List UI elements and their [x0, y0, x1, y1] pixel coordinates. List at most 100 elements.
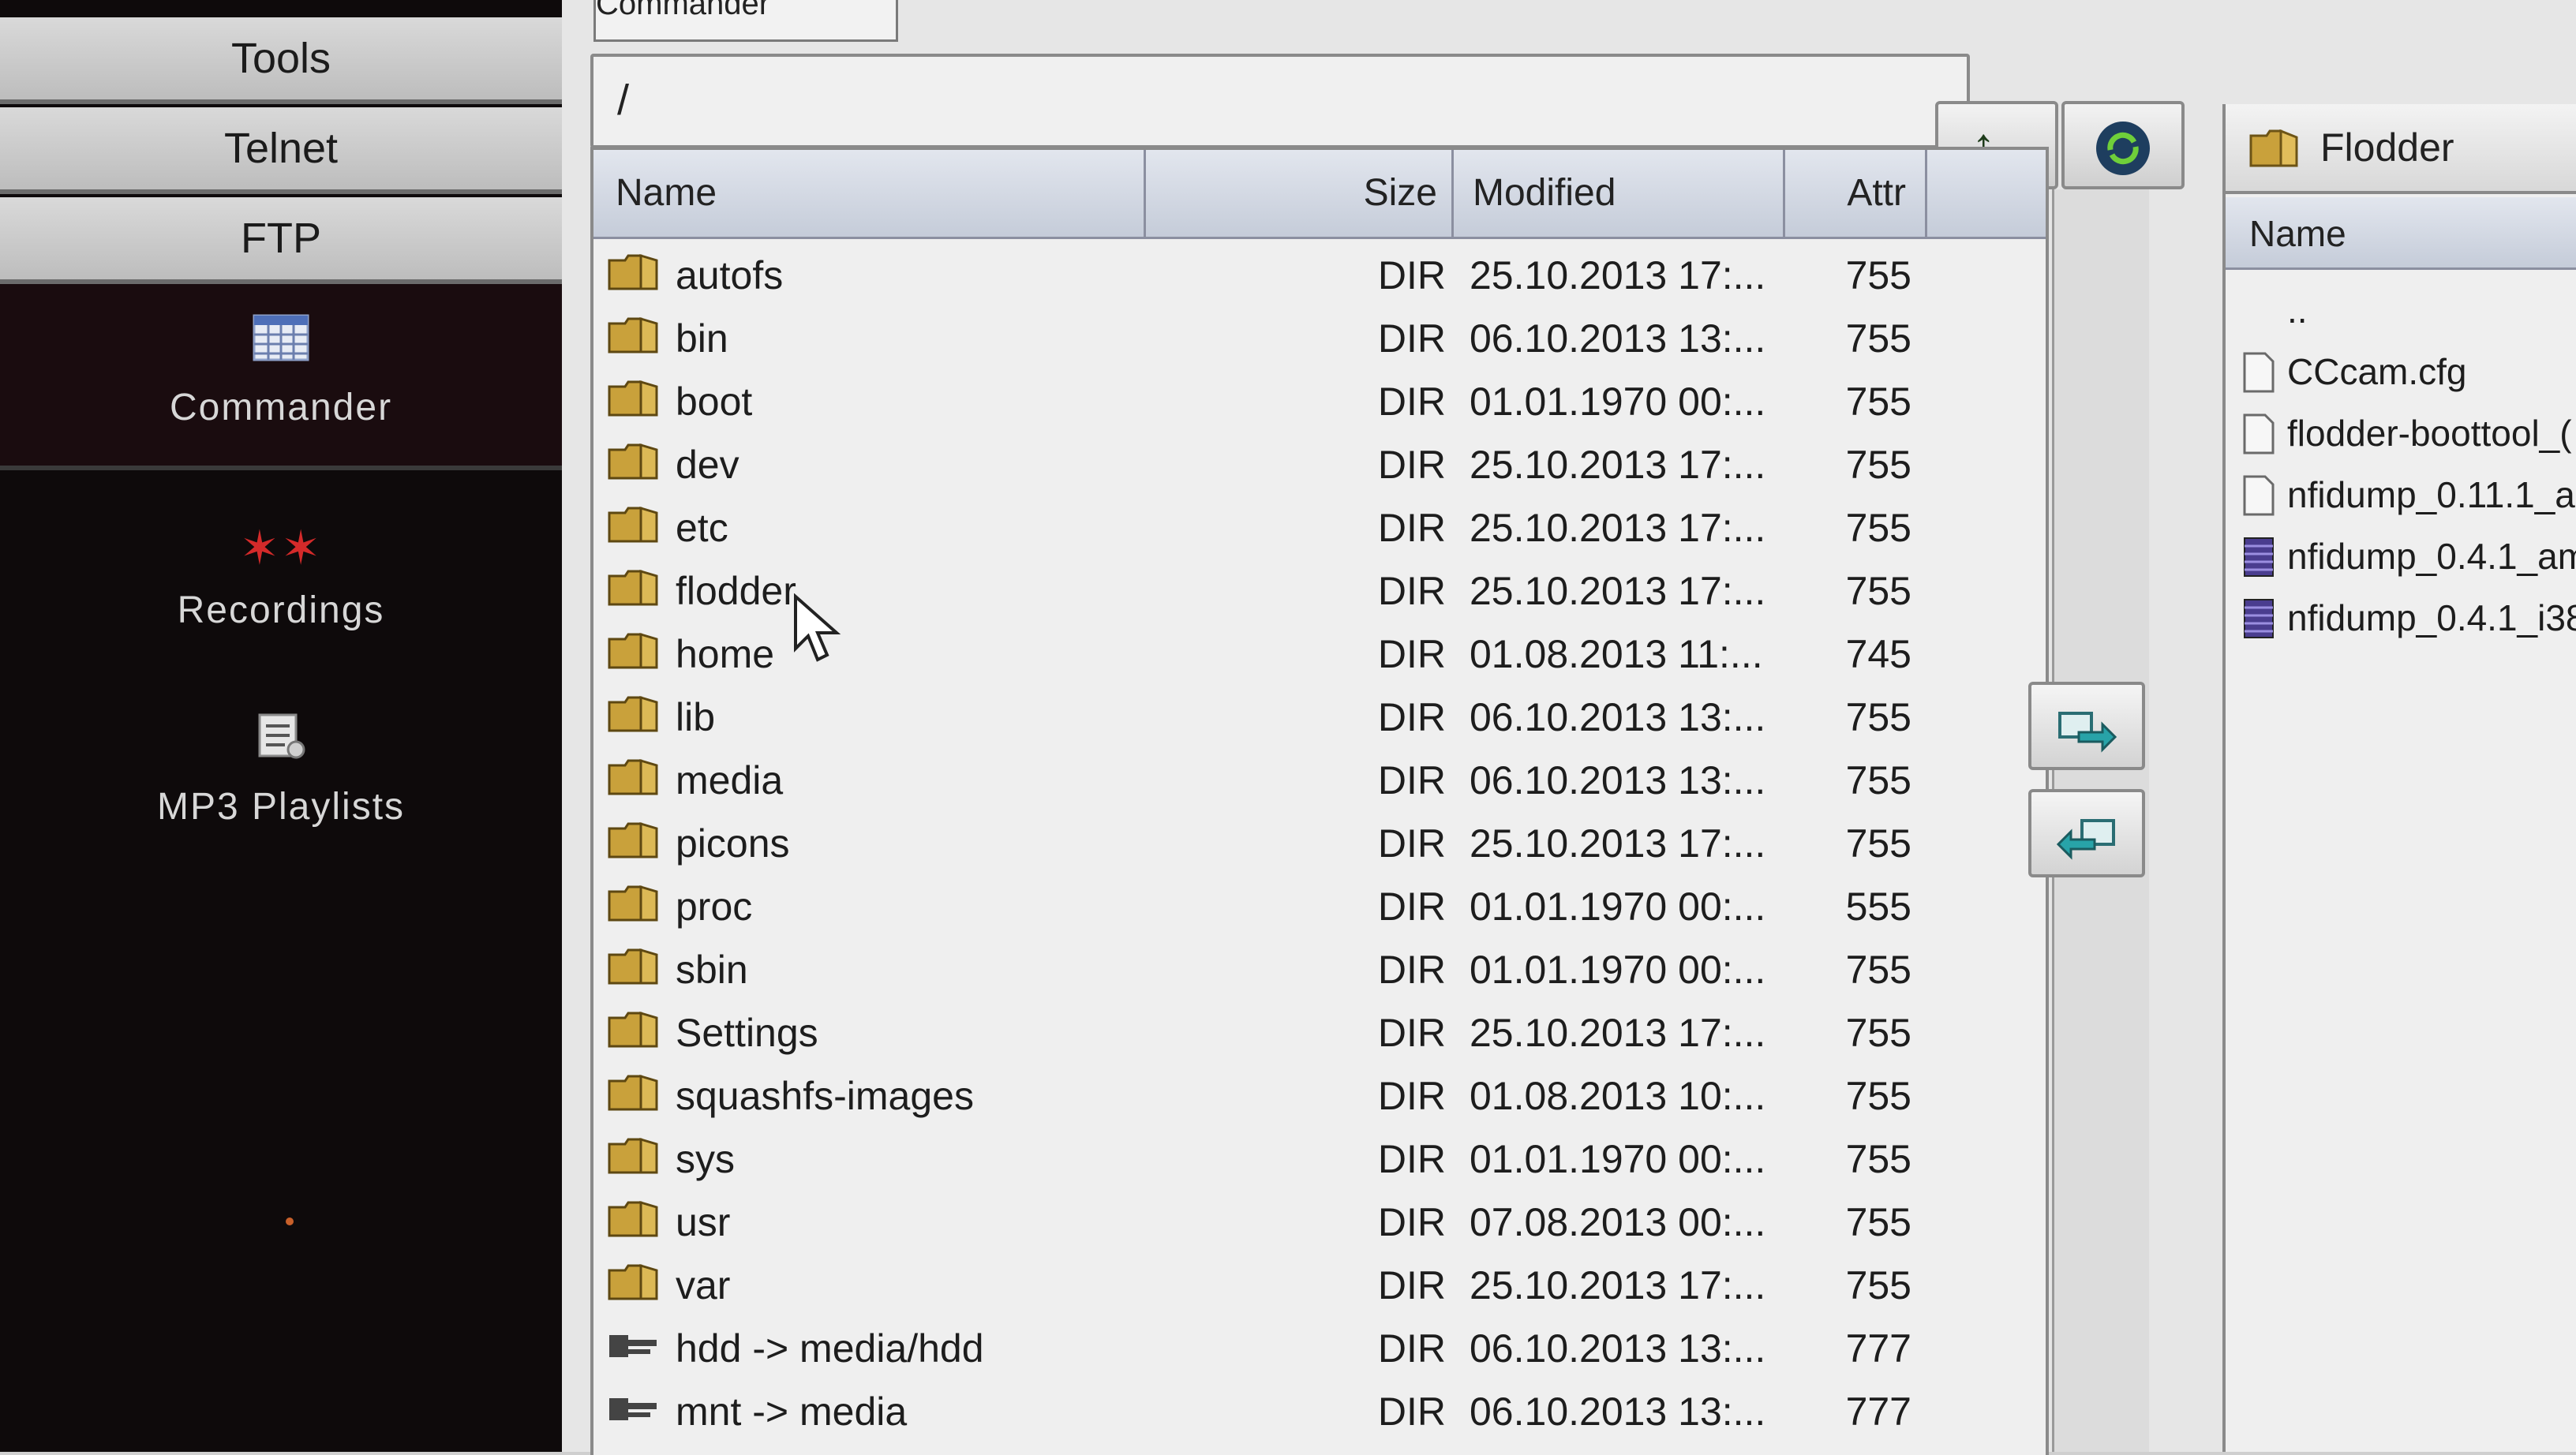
file-list[interactable]: Name Size Modified Attr autofs DIR 25.10.2… — [590, 147, 2049, 1455]
table-row[interactable]: usr DIR 07.08.2013 00:... 755 — [593, 1190, 2046, 1253]
row-size: DIR — [1377, 758, 1446, 802]
table-row[interactable]: var DIR 25.10.2013 17:... 755 — [593, 1253, 2046, 1316]
right-panel-title[interactable]: Flodder — [2226, 104, 2576, 194]
sidebar-item-recordings[interactable]: ✶✶ Recordings — [0, 489, 562, 639]
table-row[interactable]: media DIR 06.10.2013 13:... 755 — [593, 748, 2046, 811]
row-size: DIR — [1377, 253, 1446, 297]
refresh-button[interactable] — [2061, 101, 2185, 189]
mouse-cursor-icon — [794, 593, 841, 662]
right-file-panel[interactable]: Flodder Name .. CCcam.cfg flodder-boottool… — [2222, 104, 2576, 1452]
column-name-header[interactable]: Name — [593, 150, 1146, 237]
row-name: etc — [676, 506, 728, 550]
refresh-icon — [2093, 118, 2153, 176]
row-modified: 25.10.2013 17:... — [1470, 1263, 1766, 1307]
row-modified: 25.10.2013 17:... — [1470, 1011, 1766, 1055]
table-row[interactable]: squashfs-images DIR 01.08.2013 10:... 755 — [593, 1064, 2046, 1127]
table-row[interactable]: mnt -> media DIR 06.10.2013 13:... 777 — [593, 1379, 2046, 1442]
symlink-icon — [608, 1390, 658, 1427]
tools-button[interactable]: Tools — [0, 17, 562, 104]
column-modified-header[interactable]: Modified — [1454, 150, 1785, 237]
row-modified: 06.10.2013 13:... — [1470, 758, 1766, 802]
row-attr: 755 — [1845, 758, 1911, 802]
sidebar-item-commander[interactable]: Commander — [0, 284, 562, 470]
row-modified: 01.08.2013 11:... — [1470, 632, 1763, 676]
sidebar-item-label: Recordings — [177, 589, 385, 631]
row-attr: 755 — [1845, 948, 1911, 992]
row-attr: 755 — [1845, 1200, 1911, 1244]
table-row[interactable]: picons DIR 25.10.2013 17:... 755 — [593, 811, 2046, 874]
table-row[interactable]: lib DIR 06.10.2013 13:... 755 — [593, 685, 2046, 748]
table-row[interactable]: dev DIR 25.10.2013 17:... 755 — [593, 432, 2046, 496]
row-name: picons — [676, 821, 790, 866]
copy-to-left-button[interactable] — [2028, 789, 2145, 877]
telnet-button[interactable]: Telnet — [0, 107, 562, 194]
list-item[interactable]: nfidump_0.4.1_i38 — [2226, 587, 2576, 649]
row-attr: 755 — [1845, 821, 1911, 866]
list-item[interactable]: nfidump_0.11.1_a — [2226, 464, 2576, 526]
folder-icon — [608, 822, 658, 858]
list-item[interactable]: CCcam.cfg — [2226, 341, 2576, 402]
row-attr: 555 — [1845, 885, 1911, 929]
row-size: DIR — [1377, 380, 1446, 424]
folder-icon — [608, 633, 658, 669]
path-bar[interactable]: / — [590, 54, 1970, 148]
row-attr: 755 — [1845, 695, 1911, 739]
row-modified: 01.01.1970 00:... — [1470, 1137, 1766, 1181]
row-name: autofs — [676, 253, 784, 297]
row-attr: 755 — [1845, 569, 1911, 613]
right-file-rows: .. CCcam.cfg flodder-boottool_( nfidump_0.1… — [2226, 279, 2576, 649]
row-modified: 25.10.2013 17:... — [1470, 569, 1766, 613]
row-size: DIR — [1377, 316, 1446, 361]
copy-to-right-button[interactable] — [2028, 682, 2145, 770]
table-row[interactable]: bin DIR 06.10.2013 13:... 755 — [593, 306, 2046, 369]
right-column-name-header[interactable]: Name — [2226, 197, 2576, 270]
parent-directory-item[interactable]: .. — [2226, 279, 2576, 341]
row-name: boot — [676, 380, 753, 424]
row-name: bin — [676, 316, 728, 361]
item-name: nfidump_0.4.1_am — [2287, 536, 2576, 577]
folder-icon — [608, 696, 658, 732]
row-modified: 01.01.1970 00:... — [1470, 948, 1766, 992]
folder-icon — [608, 948, 658, 985]
arrow-right-icon — [2055, 701, 2118, 753]
row-name: sbin — [676, 948, 748, 992]
item-name: .. — [2287, 290, 2308, 331]
list-item[interactable]: flodder-boottool_( — [2226, 402, 2576, 464]
table-row[interactable]: proc DIR 01.01.1970 00:... 555 — [593, 874, 2046, 937]
folder-icon — [608, 380, 658, 417]
indicator-dot — [286, 1217, 294, 1225]
row-size: DIR — [1377, 1011, 1446, 1055]
table-row[interactable]: boot DIR 01.01.1970 00:... 755 — [593, 369, 2046, 432]
list-item[interactable]: nfidump_0.4.1_am — [2226, 526, 2576, 587]
table-row[interactable]: sys DIR 01.01.1970 00:... 755 — [593, 1127, 2046, 1190]
row-name: sys — [676, 1137, 735, 1181]
ftp-button[interactable]: FTP — [0, 197, 562, 284]
item-name: nfidump_0.11.1_a — [2287, 474, 2575, 515]
row-name: media — [676, 758, 784, 802]
column-size-header[interactable]: Size — [1146, 150, 1454, 237]
row-name: home — [676, 632, 775, 676]
item-name: CCcam.cfg — [2287, 351, 2467, 392]
row-size: DIR — [1377, 632, 1446, 676]
row-attr: 777 — [1845, 1326, 1911, 1371]
table-row[interactable]: sbin DIR 01.01.1970 00:... 755 — [593, 937, 2046, 1001]
column-attr-header[interactable]: Attr — [1785, 150, 1927, 237]
folder-icon — [2249, 129, 2298, 167]
folder-icon — [608, 1012, 658, 1048]
tab-label: Commander — [596, 0, 770, 21]
folder-icon — [608, 1264, 658, 1300]
row-size: DIR — [1377, 443, 1446, 487]
table-row[interactable]: hdd -> media/hdd DIR 06.10.2013 13:... 777 — [593, 1316, 2046, 1379]
commander-window: Commander / ↑.. Name Size Modified Attr … — [562, 0, 2576, 1455]
tab-commander[interactable]: Commander — [593, 0, 898, 42]
table-row[interactable]: Settings DIR 25.10.2013 17:... 755 — [593, 1001, 2046, 1064]
sidebar-item-mp3-playlists[interactable]: MP3 Playlists — [0, 679, 562, 828]
row-name: var — [676, 1263, 731, 1307]
row-name: usr — [676, 1200, 731, 1244]
table-row[interactable]: autofs DIR 25.10.2013 17:... 755 — [593, 243, 2046, 306]
folder-icon — [608, 507, 658, 543]
table-row[interactable]: etc DIR 25.10.2013 17:... 755 — [593, 496, 2046, 559]
folder-icon — [608, 443, 658, 480]
row-size: DIR — [1377, 948, 1446, 992]
row-name: Settings — [676, 1011, 818, 1055]
